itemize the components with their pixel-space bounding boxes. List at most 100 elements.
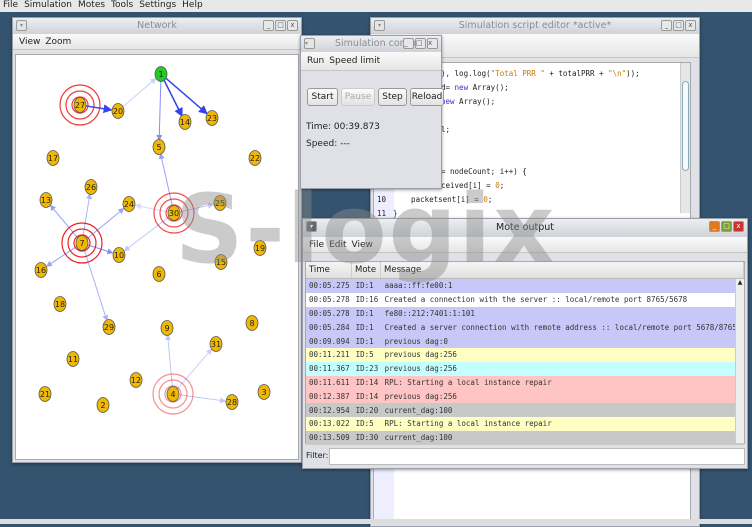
- pause-button[interactable]: Pause: [341, 88, 375, 106]
- step-button[interactable]: Step: [378, 88, 407, 106]
- edge-20-1: [122, 77, 157, 108]
- network-titlebar[interactable]: ▾ Network _ □ x: [13, 18, 301, 34]
- col-time[interactable]: Time: [306, 262, 352, 278]
- sim-control-titlebar[interactable]: ▾ Simulation control _ □ x: [301, 36, 441, 52]
- editor-scrollbar[interactable]: [680, 63, 690, 213]
- menu-view[interactable]: View: [352, 237, 373, 252]
- mote-label-18: 18: [55, 300, 65, 309]
- log-mote: ID:16: [355, 295, 379, 305]
- menu-run[interactable]: Run: [307, 52, 324, 70]
- col-mote[interactable]: Mote: [352, 262, 381, 278]
- mote-label-1: 1: [158, 70, 163, 79]
- edge-4-31: [176, 348, 213, 390]
- scrollbar-thumb[interactable]: [682, 81, 689, 171]
- minimize-icon[interactable]: _: [709, 221, 720, 232]
- mote-output-title: Mote output: [496, 222, 554, 233]
- mote-label-12: 12: [131, 376, 141, 385]
- network-canvas[interactable]: 1 2 3 4 5 6 7 8 9 10 11 12 13 14 15 16 17 18 19 20 21 22 23 24 2…: [15, 54, 299, 460]
- menu-settings[interactable]: Settings: [139, 0, 176, 12]
- mote-label-14: 14: [180, 118, 190, 127]
- log-msg: previous dag:256: [384, 364, 457, 374]
- log-row[interactable]: 00:13.022 ID:5 RPL: Starting a local insta…: [306, 416, 744, 431]
- edge-30-5: [158, 152, 174, 208]
- log-row[interactable]: 00:12.387 ID:14 previous dag:256: [306, 389, 744, 404]
- log-mote: ID:14: [355, 377, 379, 387]
- log-mote: ID:20: [355, 405, 379, 415]
- log-time: 00:13.022: [309, 419, 350, 429]
- log-mote: ID:1: [355, 308, 374, 318]
- window-menu-icon[interactable]: ▾: [306, 221, 317, 232]
- mote-label-15: 15: [216, 258, 226, 267]
- menu-view[interactable]: View: [19, 34, 40, 49]
- log-row[interactable]: 00:05.284 ID:1 Created a server connection…: [306, 320, 744, 335]
- editor-title: Simulation script editor *active*: [458, 20, 612, 31]
- menu-tools[interactable]: Tools: [111, 0, 133, 12]
- minimize-icon[interactable]: _: [403, 38, 414, 49]
- log-msg: fe80::212:7401:1:101: [384, 308, 475, 318]
- maximize-icon[interactable]: □: [275, 20, 286, 31]
- mote-output-titlebar[interactable]: ▾ Mote output _ □ x: [303, 219, 747, 237]
- output-scrollbar[interactable]: ▲: [735, 279, 744, 443]
- mote-label-4: 4: [170, 390, 175, 399]
- log-msg: Created a connection with the server :: …: [384, 295, 688, 305]
- line-number: 11: [377, 209, 387, 218]
- sim-speed: Speed: ---: [306, 139, 350, 149]
- close-icon[interactable]: x: [733, 221, 744, 232]
- log-row[interactable]: 00:11.367 ID:23 previous dag:256: [306, 361, 744, 376]
- menu-file[interactable]: File: [3, 0, 18, 12]
- col-message[interactable]: Message: [381, 262, 744, 278]
- minimize-icon[interactable]: _: [661, 20, 672, 31]
- main-menubar: File Simulation Motes Tools Settings Hel…: [0, 0, 752, 12]
- code-text: d= new Array();: [441, 83, 509, 92]
- log-msg: RPL: Starting a local instance repair: [384, 419, 552, 429]
- menu-speed-limit[interactable]: Speed limit: [329, 52, 380, 70]
- mote-label-2: 2: [100, 401, 105, 410]
- mote-label-25: 25: [215, 199, 225, 208]
- maximize-icon[interactable]: □: [673, 20, 684, 31]
- menu-edit[interactable]: Edit: [329, 237, 346, 252]
- close-icon[interactable]: x: [427, 38, 438, 49]
- window-menu-icon[interactable]: ▾: [304, 38, 315, 49]
- log-rows: 00:05.275 ID:1 aaaa::ff:fe00:1 00:05.278 ID:…: [306, 279, 744, 445]
- log-row[interactable]: 00:05.278 ID:1 fe80::212:7401:1:101: [306, 306, 744, 321]
- log-row[interactable]: 00:12.954 ID:20 current_dag:100: [306, 403, 744, 417]
- menu-help[interactable]: Help: [182, 0, 203, 12]
- mote-label-19: 19: [255, 244, 265, 253]
- network-graph[interactable]: 123456789101112131415161718192021222324 2…: [16, 55, 300, 461]
- menu-zoom[interactable]: Zoom: [45, 34, 71, 49]
- filter-input[interactable]: [329, 448, 745, 465]
- log-row[interactable]: 00:11.211 ID:5 previous dag:256: [306, 347, 744, 362]
- network-menu: View Zoom: [13, 34, 301, 50]
- mote-label-23: 23: [207, 114, 217, 123]
- window-menu-icon[interactable]: ▾: [374, 20, 385, 31]
- mote-label-16: 16: [36, 266, 46, 275]
- edge-30-24: [134, 203, 169, 213]
- window-menu-icon[interactable]: ▾: [16, 20, 27, 31]
- maximize-icon[interactable]: □: [415, 38, 426, 49]
- log-row[interactable]: 00:05.275 ID:1 aaaa::ff:fe00:1: [306, 279, 744, 293]
- menu-motes[interactable]: Motes: [78, 0, 105, 12]
- network-title: Network: [137, 20, 177, 31]
- sim-control-menu: Run Speed limit: [301, 52, 441, 71]
- menu-file[interactable]: File: [309, 237, 324, 252]
- mote-label-21: 21: [40, 390, 50, 399]
- log-row[interactable]: 00:09.094 ID:1 previous dag:0: [306, 334, 744, 348]
- edge-1-5: [156, 79, 163, 142]
- log-mote: ID:23: [355, 364, 379, 374]
- log-row[interactable]: 00:13.509 ID:30 current_dag:100: [306, 430, 744, 445]
- close-icon[interactable]: x: [685, 20, 696, 31]
- close-icon[interactable]: x: [287, 20, 298, 31]
- minimize-icon[interactable]: _: [263, 20, 274, 31]
- log-row[interactable]: 00:11.611 ID:14 RPL: Starting a local inst…: [306, 375, 744, 390]
- editor-titlebar[interactable]: ▾ Simulation script editor *active* _ □ x: [371, 18, 699, 34]
- log-row[interactable]: 00:05.278 ID:16 Created a connection with …: [306, 292, 744, 307]
- maximize-icon[interactable]: □: [721, 221, 732, 232]
- reload-button[interactable]: Reload: [410, 88, 444, 106]
- log-time: 00:12.387: [309, 391, 350, 401]
- mote-label-11: 11: [68, 355, 78, 364]
- log-mote: ID:5: [355, 419, 374, 429]
- menu-simulation[interactable]: Simulation: [24, 0, 72, 12]
- table-header: Time Mote Message: [306, 262, 744, 279]
- start-button[interactable]: Start: [307, 88, 338, 106]
- code-text: packetsent[i] = 0;: [393, 195, 493, 204]
